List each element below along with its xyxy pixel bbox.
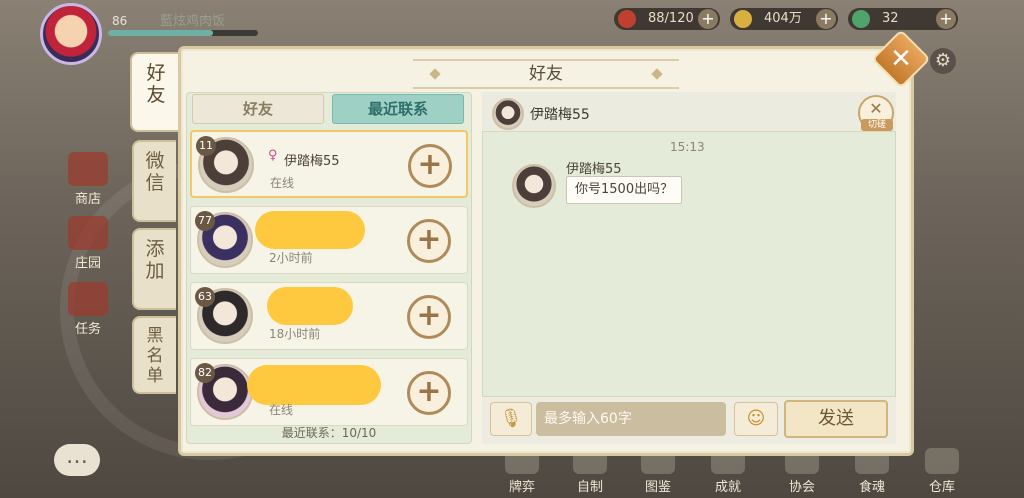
player-level: 86	[112, 14, 128, 28]
tab-friends[interactable]: 好友	[130, 52, 180, 132]
message-bubble: 你号1500出吗？	[566, 176, 683, 204]
stamina-icon	[618, 10, 636, 28]
gear-icon[interactable]: ⚙	[930, 48, 956, 74]
add-friend-button[interactable]: +	[407, 295, 451, 339]
message-time: 15:13	[670, 140, 705, 154]
friend-name: 伊踏梅55	[284, 154, 340, 169]
manor-button[interactable]: 庄园	[60, 216, 116, 271]
tab-blacklist[interactable]: 黑名单	[132, 316, 176, 394]
chat-header-name: 伊踏梅55	[530, 107, 590, 123]
player-name: 藍炫鸡肉饭	[160, 14, 226, 29]
add-friend-button[interactable]: +	[407, 371, 451, 415]
shop-icon	[68, 152, 108, 186]
friend-status: 2小时前	[269, 251, 313, 265]
nav-cangku[interactable]: 仓库	[912, 448, 972, 495]
add-friend-button[interactable]: +	[407, 219, 451, 263]
chat-header-avatar[interactable]	[492, 98, 524, 130]
add-jade-button[interactable]: +	[936, 9, 956, 29]
friend-level: 11	[196, 136, 216, 156]
redacted-name	[267, 287, 353, 325]
chat-input[interactable]	[536, 402, 726, 436]
friend-card[interactable]: 77 2小时前 +	[190, 206, 468, 274]
gold-coin-icon	[734, 10, 752, 28]
friend-level: 82	[195, 363, 215, 383]
add-friend-button[interactable]: +	[408, 144, 452, 188]
ornament-right	[651, 68, 663, 80]
message-sender: 伊踏梅55	[566, 162, 622, 177]
dialog-title: 好友	[413, 59, 679, 89]
resource-stamina: 88/120 +	[614, 8, 720, 30]
cangku-icon	[925, 448, 959, 474]
chat-bubble-icon[interactable]: …	[54, 444, 100, 476]
ornament-left	[429, 68, 441, 80]
redacted-name	[255, 211, 365, 249]
close-icon: ✕	[890, 44, 912, 74]
exp-bar	[108, 30, 258, 36]
manor-icon	[68, 216, 108, 250]
send-button[interactable]: 发送	[784, 400, 888, 438]
friend-level: 63	[195, 287, 215, 307]
tab-add[interactable]: 添加	[132, 228, 176, 310]
gold-value: 404万	[764, 11, 802, 26]
redacted-name	[247, 365, 381, 405]
spar-button[interactable]: ✕ 切磋	[858, 95, 894, 131]
crossed-spoons-icon: ✕	[869, 99, 883, 118]
add-gold-button[interactable]: +	[816, 9, 836, 29]
stamina-value: 88/120	[648, 11, 694, 26]
resource-gold: 404万 +	[730, 8, 838, 30]
add-stamina-button[interactable]: +	[698, 9, 718, 29]
subtab-recent[interactable]: 最近联系	[332, 94, 464, 124]
tab-wechat[interactable]: 微信	[132, 140, 176, 222]
friend-card[interactable]: 11 ♀ 伊踏梅55 在线 +	[190, 130, 468, 198]
subtab-friends[interactable]: 好友	[192, 94, 324, 124]
resource-jade: 32 +	[848, 8, 958, 30]
top-bar: 86 藍炫鸡肉饭 88/120 + 404万 + 32 +	[0, 0, 1024, 65]
shop-button[interactable]: 商店	[60, 152, 116, 207]
emoji-icon[interactable]: ☺	[734, 402, 778, 436]
friend-status: 18小时前	[269, 327, 321, 341]
task-button[interactable]: 任务	[60, 282, 116, 337]
friend-status: 在线	[270, 176, 295, 190]
message-avatar[interactable]	[512, 164, 556, 208]
recent-contact-count: 最近联系：10/10	[281, 426, 377, 440]
friend-card[interactable]: 63 18小时前 +	[190, 282, 468, 350]
friend-level: 77	[195, 211, 215, 231]
microphone-icon[interactable]: 🎙	[490, 402, 532, 436]
friend-status: 在线	[269, 403, 294, 417]
female-icon: ♀	[268, 148, 278, 163]
spar-label: 切磋	[861, 119, 893, 131]
jade-value: 32	[882, 11, 899, 26]
player-avatar[interactable]	[40, 3, 102, 65]
jade-icon	[852, 10, 870, 28]
friend-card[interactable]: 82 在线 +	[190, 358, 468, 426]
task-icon	[68, 282, 108, 316]
